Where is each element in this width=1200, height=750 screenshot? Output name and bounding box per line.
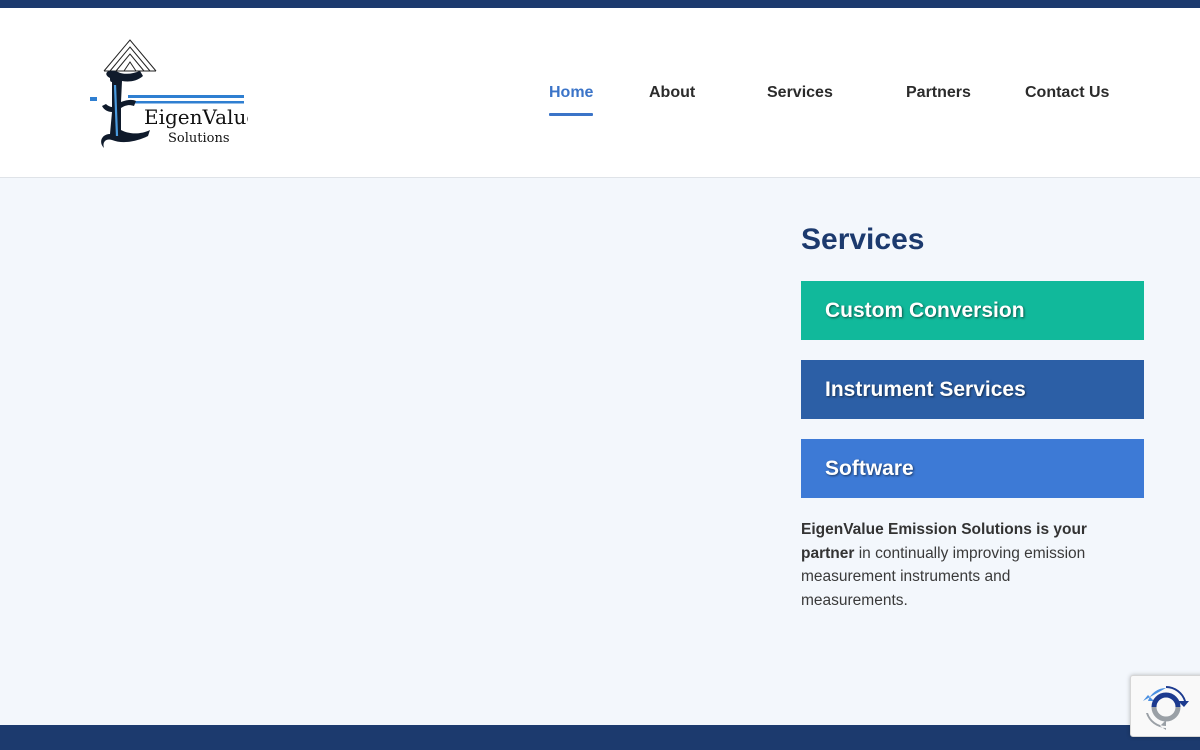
nav-partners[interactable]: Partners bbox=[906, 84, 971, 102]
nav-about[interactable]: About bbox=[649, 84, 695, 102]
software-button[interactable]: Software bbox=[801, 439, 1144, 498]
instrument-services-button[interactable]: Instrument Services bbox=[801, 360, 1144, 419]
services-description: EigenValue Emission Solutions is your pa… bbox=[801, 518, 1121, 612]
services-heading: Services bbox=[801, 223, 925, 256]
nav-about-label: About bbox=[649, 84, 696, 101]
nav-services-label: Services bbox=[767, 84, 833, 101]
footer-bar bbox=[0, 725, 1200, 750]
active-nav-indicator bbox=[549, 113, 594, 116]
nav-services[interactable]: Services bbox=[767, 84, 833, 102]
custom-conversion-button[interactable]: Custom Conversion bbox=[801, 281, 1144, 340]
nav-partners-label: Partners bbox=[906, 84, 971, 101]
site-header: EigenValue Solutions Home About Services… bbox=[0, 8, 1200, 178]
nav-home[interactable]: Home bbox=[549, 84, 594, 116]
recaptcha-badge[interactable] bbox=[1130, 675, 1200, 737]
nav-home-label: Home bbox=[549, 84, 594, 101]
nav-contact-us-label: Contact Us bbox=[1025, 84, 1110, 101]
recaptcha-icon bbox=[1143, 686, 1189, 730]
services-panel: Services Custom Conversion Instrument Se… bbox=[801, 222, 1144, 612]
top-accent-strip bbox=[0, 0, 1200, 8]
nav-contact-us[interactable]: Contact Us bbox=[1025, 84, 1109, 102]
main-navigation: Home About Services Partners Contact Us bbox=[0, 8, 1200, 178]
